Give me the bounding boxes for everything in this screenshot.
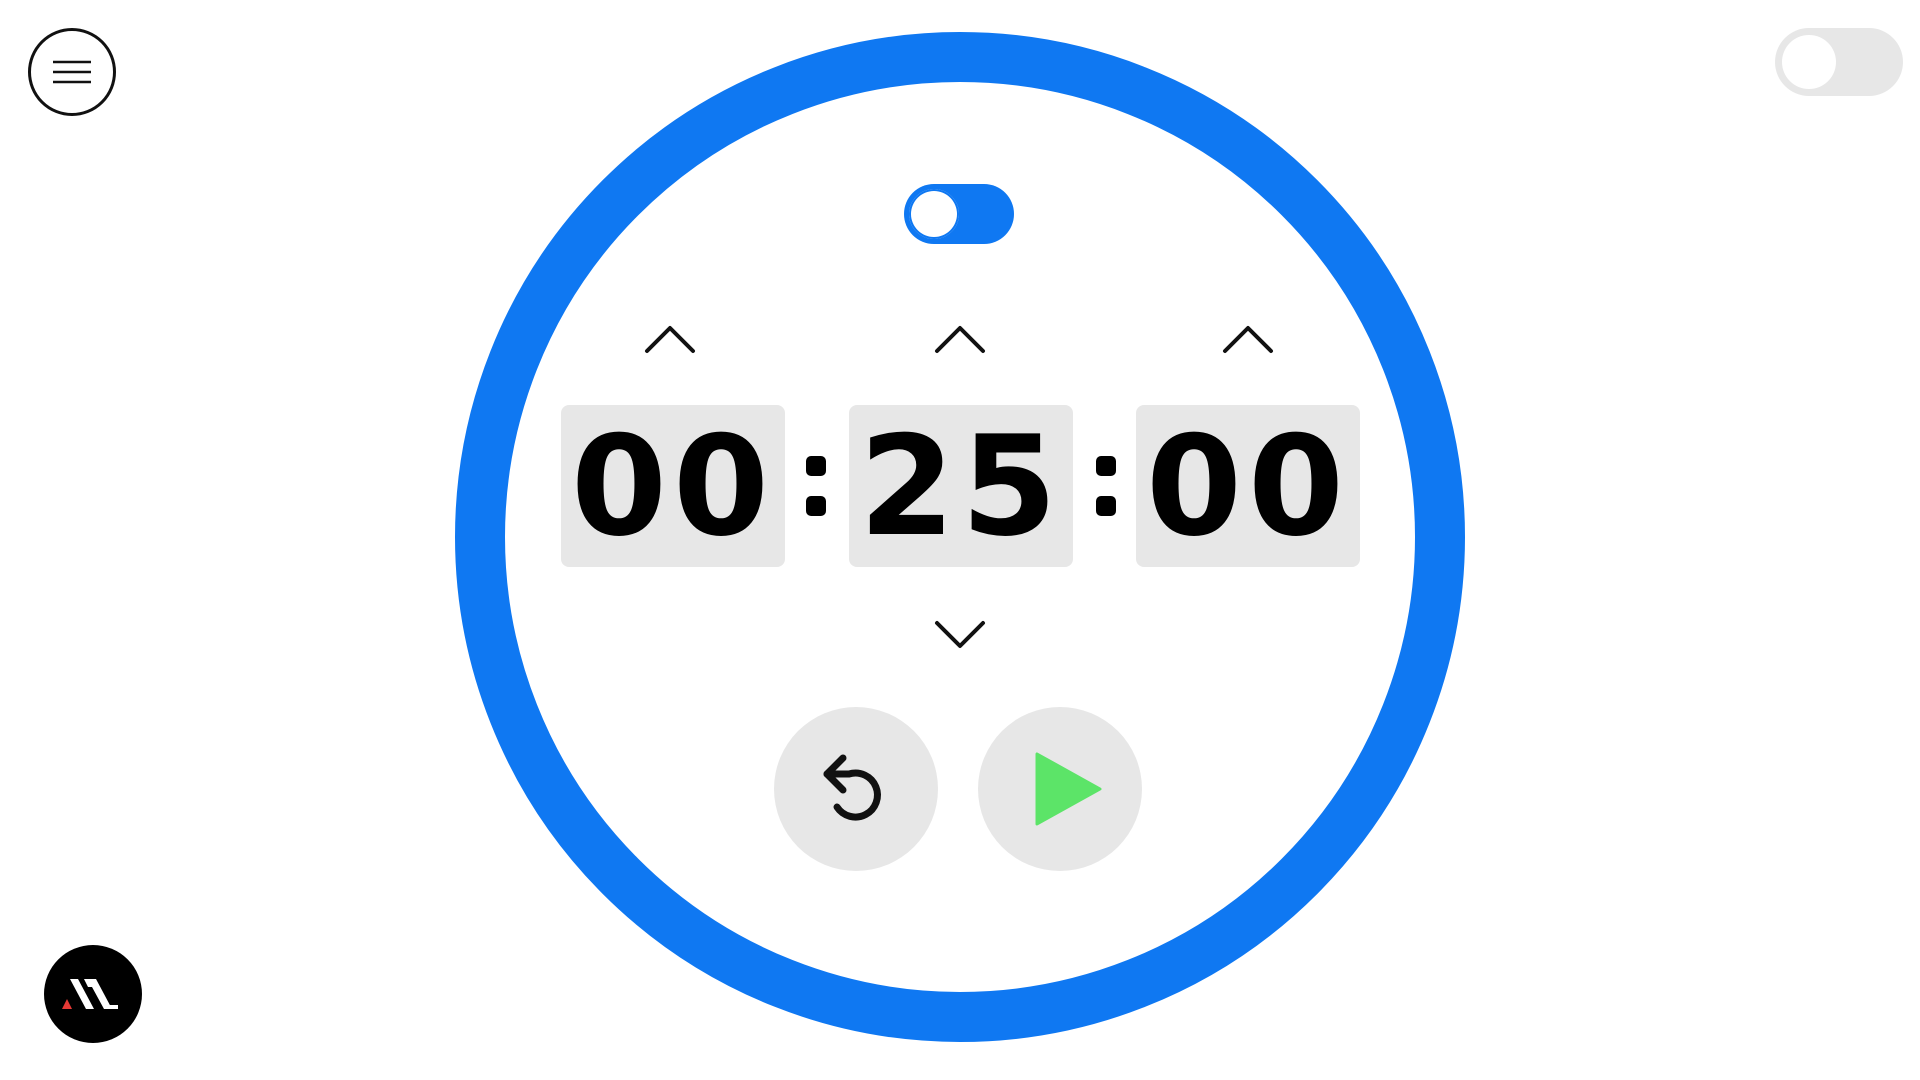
- minutes-display[interactable]: 25: [849, 405, 1073, 567]
- reset-button[interactable]: [774, 707, 938, 871]
- mode-switch[interactable]: [904, 184, 1014, 244]
- chevron-up-icon: [1223, 326, 1273, 353]
- play-icon: [1035, 752, 1102, 826]
- time-separator: [804, 452, 828, 520]
- hours-display[interactable]: 00: [561, 405, 785, 567]
- hours-increment-button[interactable]: [640, 320, 700, 360]
- app-logo[interactable]: [44, 945, 142, 1043]
- hamburger-menu-icon: [53, 60, 91, 84]
- chevron-up-icon: [935, 326, 985, 353]
- minutes-decrement-button[interactable]: [930, 614, 990, 654]
- app-logo-icon: [62, 979, 118, 1009]
- minutes-increment-button[interactable]: [930, 320, 990, 360]
- reset-icon: [823, 754, 881, 821]
- chevron-down-icon: [935, 621, 985, 648]
- seconds-display[interactable]: 00: [1136, 405, 1360, 567]
- mode-switch-knob: [909, 189, 959, 239]
- time-separator: [1094, 452, 1118, 520]
- chevron-up-icon: [645, 326, 695, 353]
- play-button[interactable]: [978, 707, 1142, 871]
- menu-button[interactable]: [28, 28, 116, 116]
- theme-toggle[interactable]: [1775, 28, 1903, 96]
- seconds-increment-button[interactable]: [1218, 320, 1278, 360]
- moon-icon: [1782, 35, 1836, 89]
